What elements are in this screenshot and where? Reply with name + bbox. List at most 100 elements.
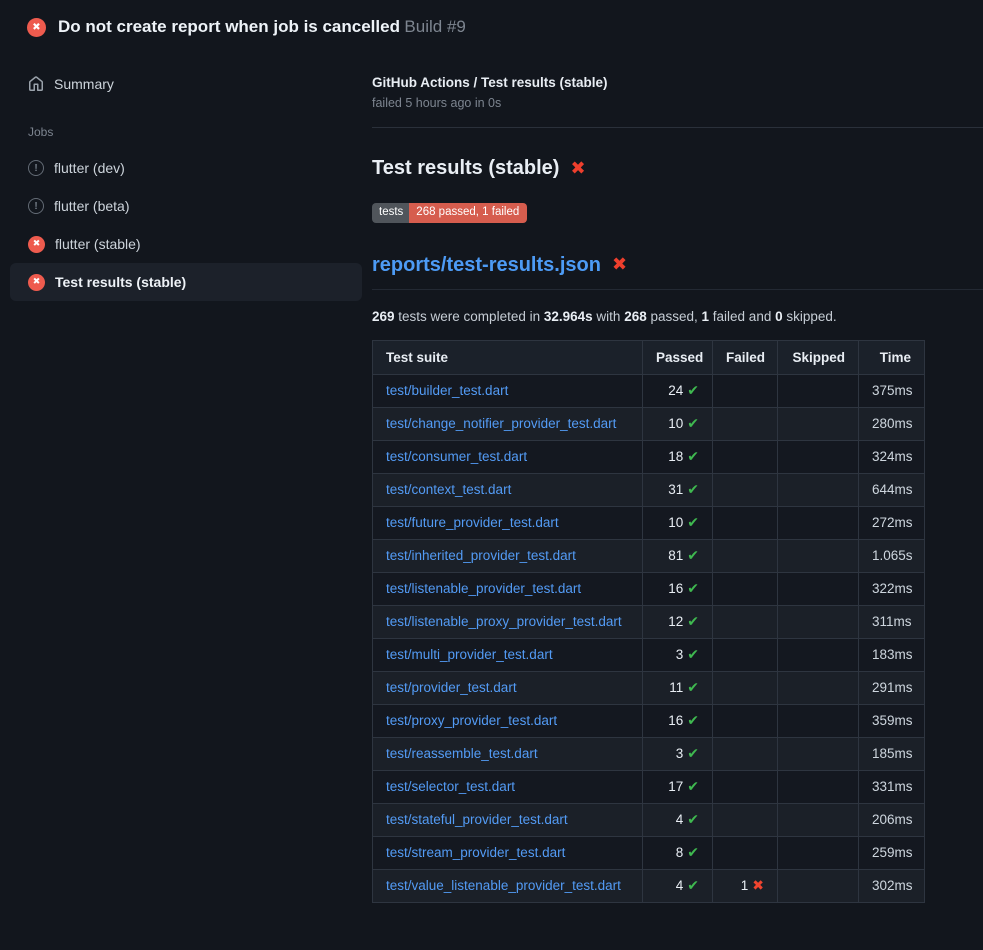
- test-suite-cell: test/provider_test.dart: [373, 671, 643, 704]
- check-icon: ✔: [687, 581, 699, 597]
- skipped-cell: [778, 572, 859, 605]
- time-cell: 272ms: [859, 506, 925, 539]
- test-suite-link[interactable]: test/listenable_proxy_provider_test.dart: [386, 614, 622, 629]
- check-icon: ✔: [687, 845, 699, 861]
- time-cell: 1.065s: [859, 539, 925, 572]
- time-cell: 359ms: [859, 704, 925, 737]
- test-suite-link[interactable]: test/stateful_provider_test.dart: [386, 812, 568, 827]
- section-title-text: Test results (stable): [372, 157, 559, 180]
- check-icon: ✔: [687, 680, 699, 696]
- check-icon: ✔: [687, 416, 699, 432]
- time-cell: 375ms: [859, 374, 925, 407]
- passed-cell: 11✔: [643, 671, 713, 704]
- passed-cell: 3✔: [643, 737, 713, 770]
- page-title: Do not create report when job is cancell…: [58, 17, 400, 36]
- main-content: GitHub Actions / Test results (stable) f…: [372, 65, 983, 903]
- run-header: ✖ Do not create report when job is cance…: [0, 0, 983, 37]
- skipped-cell: [778, 770, 859, 803]
- summary-duration: 32.964s: [544, 309, 593, 324]
- table-row: test/listenable_proxy_provider_test.dart…: [373, 605, 925, 638]
- sidebar-job-item[interactable]: ! flutter (dev): [10, 149, 362, 187]
- table-row: test/listenable_provider_test.dart 16✔ 3…: [373, 572, 925, 605]
- skipped-cell: [778, 407, 859, 440]
- skipped-cell: [778, 605, 859, 638]
- test-suite-cell: test/selector_test.dart: [373, 770, 643, 803]
- failed-cell: [713, 770, 778, 803]
- failed-cell: [713, 506, 778, 539]
- passed-cell: 10✔: [643, 506, 713, 539]
- failed-x-icon: ✖: [570, 160, 585, 178]
- test-suite-link[interactable]: test/stream_provider_test.dart: [386, 845, 565, 860]
- col-failed: Failed: [713, 340, 778, 374]
- sidebar-job-item[interactable]: ✖ flutter (stable): [10, 225, 362, 263]
- report-file-link[interactable]: reports/test-results.json: [372, 254, 601, 277]
- test-suite-link[interactable]: test/builder_test.dart: [386, 383, 508, 398]
- section-divider: [372, 127, 983, 128]
- test-suite-link[interactable]: test/inherited_provider_test.dart: [386, 548, 576, 563]
- test-suite-cell: test/future_provider_test.dart: [373, 506, 643, 539]
- skipped-cell: [778, 374, 859, 407]
- sidebar-summary-label: Summary: [54, 76, 114, 92]
- test-suite-link[interactable]: test/provider_test.dart: [386, 680, 517, 695]
- passed-cell: 12✔: [643, 605, 713, 638]
- table-row: test/builder_test.dart 24✔ 375ms: [373, 374, 925, 407]
- tests-badge: tests 268 passed, 1 failed: [372, 203, 527, 223]
- test-suite-link[interactable]: test/selector_test.dart: [386, 779, 515, 794]
- test-suite-link[interactable]: test/value_listenable_provider_test.dart: [386, 878, 621, 893]
- passed-cell: 16✔: [643, 572, 713, 605]
- failed-x-icon: ✖: [612, 256, 627, 274]
- check-icon: ✔: [687, 647, 699, 663]
- passed-cell: 31✔: [643, 473, 713, 506]
- test-suite-link[interactable]: test/multi_provider_test.dart: [386, 647, 553, 662]
- skipped-cell: [778, 440, 859, 473]
- check-icon: ✔: [687, 713, 699, 729]
- passed-cell: 3✔: [643, 638, 713, 671]
- passed-cell: 10✔: [643, 407, 713, 440]
- table-row: test/change_notifier_provider_test.dart …: [373, 407, 925, 440]
- passed-cell: 16✔: [643, 704, 713, 737]
- col-time: Time: [859, 340, 925, 374]
- table-body: test/builder_test.dart 24✔ 375ms test/ch…: [373, 374, 925, 902]
- failed-cell: [713, 605, 778, 638]
- table-row: test/selector_test.dart 17✔ 331ms: [373, 770, 925, 803]
- time-cell: 302ms: [859, 869, 925, 902]
- breadcrumb: GitHub Actions / Test results (stable): [372, 75, 983, 90]
- status-line: failed 5 hours ago in 0s: [372, 96, 983, 110]
- x-icon: ✖: [752, 878, 764, 894]
- check-icon: ✔: [687, 548, 699, 564]
- test-suite-link[interactable]: test/listenable_provider_test.dart: [386, 581, 581, 596]
- build-number: Build #9: [404, 17, 465, 36]
- summary-passed: 268: [624, 309, 647, 324]
- test-suite-link[interactable]: test/change_notifier_provider_test.dart: [386, 416, 616, 431]
- sidebar-job-item[interactable]: ✖ Test results (stable): [10, 263, 362, 301]
- sidebar: Summary Jobs ! flutter (dev) ! flutter (…: [0, 65, 372, 301]
- test-suite-link[interactable]: test/context_test.dart: [386, 482, 511, 497]
- failed-cell: [713, 638, 778, 671]
- skipped-cell: [778, 671, 859, 704]
- skipped-cell: [778, 473, 859, 506]
- skipped-cell: [778, 638, 859, 671]
- failed-cell: [713, 737, 778, 770]
- failed-cell: [713, 440, 778, 473]
- summary-sentence: 269 tests were completed in 32.964s with…: [372, 309, 983, 324]
- table-row: test/proxy_provider_test.dart 16✔ 359ms: [373, 704, 925, 737]
- time-cell: 322ms: [859, 572, 925, 605]
- passed-cell: 18✔: [643, 440, 713, 473]
- test-suite-link[interactable]: test/future_provider_test.dart: [386, 515, 559, 530]
- check-icon: ✔: [687, 482, 699, 498]
- sidebar-item-summary[interactable]: Summary: [10, 65, 362, 103]
- failed-cell: [713, 407, 778, 440]
- test-suite-cell: test/multi_provider_test.dart: [373, 638, 643, 671]
- time-cell: 291ms: [859, 671, 925, 704]
- sidebar-job-item[interactable]: ! flutter (beta): [10, 187, 362, 225]
- test-suite-link[interactable]: test/proxy_provider_test.dart: [386, 713, 557, 728]
- check-icon: ✔: [687, 779, 699, 795]
- test-suite-cell: test/value_listenable_provider_test.dart: [373, 869, 643, 902]
- time-cell: 259ms: [859, 836, 925, 869]
- test-suite-link[interactable]: test/consumer_test.dart: [386, 449, 527, 464]
- test-suite-cell: test/listenable_provider_test.dart: [373, 572, 643, 605]
- test-suite-link[interactable]: test/reassemble_test.dart: [386, 746, 538, 761]
- time-cell: 644ms: [859, 473, 925, 506]
- failed-cell: [713, 374, 778, 407]
- passed-cell: 17✔: [643, 770, 713, 803]
